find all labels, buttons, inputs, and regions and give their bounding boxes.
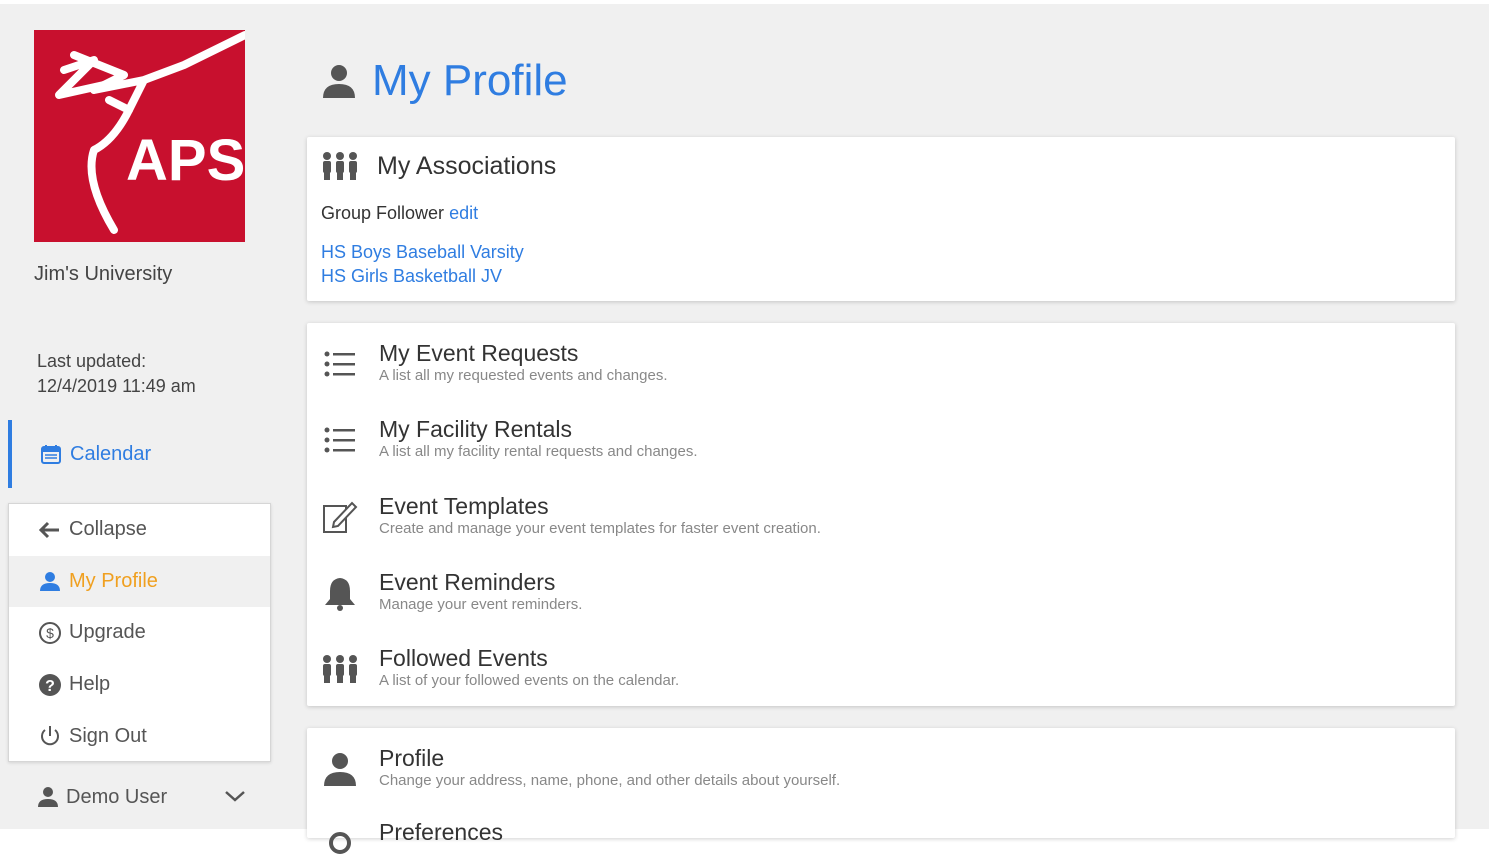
row-title: Event Templates [379,493,549,519]
row-event-requests[interactable]: My Event Requests A list all my requeste… [321,339,1421,385]
user-icon [37,569,63,593]
menu-item-my-profile[interactable]: My Profile [9,555,270,608]
row-event-reminders[interactable]: Event Reminders Manage your event remind… [321,568,1421,614]
row-profile[interactable]: Profile Change your address, name, phone… [321,744,1421,790]
row-subtitle: A list all my requested events and chang… [379,367,668,384]
team-link[interactable]: HS Girls Basketball JV [321,264,524,288]
svg-text:$: $ [46,625,54,641]
calendar-label: Calendar [70,442,152,465]
dollar-circle-icon: $ [37,621,63,645]
edit-link[interactable]: edit [449,203,478,223]
row-subtitle: A list all my facility rental requests a… [379,443,698,460]
row-title: My Event Requests [379,340,579,366]
last-updated-value: 12/4/2019 11:49 am [37,376,196,396]
people-icon [321,650,359,688]
last-updated: Last updated: 12/4/2019 11:49 am [37,349,196,399]
user-icon [36,785,60,809]
team-link[interactable]: HS Boys Baseball Varsity [321,240,524,264]
arrow-left-icon [37,518,63,542]
row-subtitle: A list of your followed events on the ca… [379,672,680,689]
row-title: Profile [379,745,445,771]
row-title: Preferences [379,819,504,845]
row-followed-events[interactable]: Followed Events A list of your followed … [321,644,1421,690]
user-icon [321,750,359,788]
row-event-templates[interactable]: Event Templates Create and manage your e… [321,492,1421,538]
row-preferences[interactable]: Preferences [321,818,1421,862]
row-subtitle: Manage your event reminders. [379,596,583,613]
row-facility-rentals[interactable]: My Facility Rentals A list all my facili… [321,415,1421,461]
row-subtitle: Change your address, name, phone, and ot… [379,772,841,789]
question-circle-icon: ? [37,673,63,697]
gear-icon [321,824,359,862]
row-title: My Facility Rentals [379,416,572,442]
menu-item-label: Sign Out [69,724,147,747]
page-title-text: My Profile [372,56,568,105]
associations-header: My Associations [321,151,556,181]
menu-item-sign-out[interactable]: Sign Out [9,710,270,762]
svg-text:?: ? [45,678,55,695]
menu-item-help[interactable]: ? Help [9,659,270,711]
actions-card: My Event Requests A list all my requeste… [307,323,1455,706]
aps-logo: APS [34,30,245,242]
power-icon [37,724,63,748]
user-icon [323,65,355,98]
page-title: My Profile [320,56,568,106]
last-updated-label: Last updated: [37,351,147,371]
user-dropdown[interactable]: Demo User [36,782,246,812]
group-follower: Group Follower edit [321,203,478,224]
associations-card: My Associations Group Follower edit HS B… [307,137,1455,301]
chevron-down-icon [224,786,246,809]
menu-item-collapse[interactable]: Collapse [9,504,270,556]
menu-item-upgrade[interactable]: $ Upgrade [9,607,270,659]
calendar-link[interactable]: Calendar [8,420,268,488]
row-title: Event Reminders [379,569,556,595]
menu-item-label: Collapse [69,518,147,541]
menu-item-label: Help [69,673,111,696]
team-list: HS Boys Baseball Varsity HS Girls Basket… [321,240,524,288]
list-icon [321,345,359,383]
profile-card: Profile Change your address, name, phone… [307,728,1455,854]
row-title: Followed Events [379,645,548,671]
list-icon [321,421,359,459]
menu-item-label: Upgrade [69,621,146,644]
people-icon [323,152,357,180]
group-follower-label: Group Follower [321,203,445,223]
calendar-icon [41,445,61,464]
user-menu: Collapse My Profile $ Upgrade ? Help Sig… [8,503,271,762]
user-name: Demo User [66,785,168,808]
associations-title: My Associations [377,151,557,180]
logo-text: APS [126,128,245,193]
row-subtitle: Create and manage your event templates f… [379,520,821,537]
university-name: Jim's University [34,263,173,285]
menu-item-label: My Profile [69,569,158,592]
edit-icon [321,498,359,536]
bell-icon [321,574,359,612]
